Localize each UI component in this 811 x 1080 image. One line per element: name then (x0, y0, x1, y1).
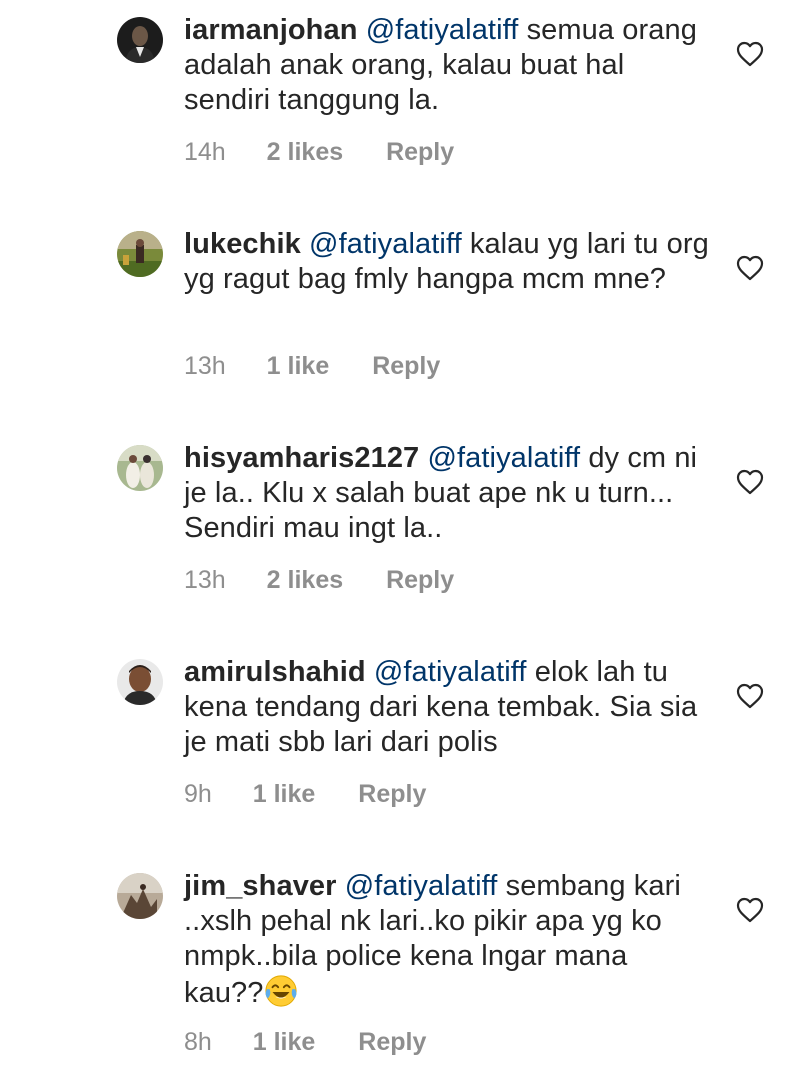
comment-text: hisyamharis2127 @fatiyalatiff dy cm ni j… (184, 441, 714, 546)
comment-time: 13h (184, 352, 226, 380)
comment-item: iarmanjohan @fatiyalatiff semua orang ad… (0, 0, 811, 200)
heart-outline-icon[interactable] (736, 897, 764, 923)
comment-username[interactable]: lukechik (184, 228, 301, 260)
heart-outline-icon[interactable] (736, 683, 764, 709)
comment-likes[interactable]: 1 like (253, 1027, 316, 1057)
comment-item: jim_shaver @fatiyalatiff sembang kari ..… (0, 856, 811, 1080)
heart-outline-icon[interactable] (736, 469, 764, 495)
reply-button[interactable]: Reply (386, 565, 454, 595)
comment-likes[interactable]: 2 likes (267, 137, 343, 167)
comment-time: 13h (184, 566, 226, 594)
comment-likes[interactable]: 1 like (267, 351, 330, 381)
heart-outline-icon[interactable] (736, 41, 764, 67)
comment-text: lukechik @fatiyalatiff kalau yg lari tu … (184, 227, 714, 297)
comment-item: hisyamharis2127 @fatiyalatiff dy cm ni j… (0, 428, 811, 628)
comment-username[interactable]: amirulshahid (184, 656, 366, 688)
avatar[interactable] (117, 873, 163, 919)
comment-meta: 13h 1 like Reply (184, 351, 440, 381)
comment-time: 14h (184, 138, 226, 166)
comment-meta: 8h 1 like Reply (184, 1027, 426, 1057)
comment-mention[interactable]: @fatiyalatiff (366, 14, 519, 46)
comment-likes[interactable]: 2 likes (267, 565, 343, 595)
comment-mention[interactable]: @fatiyalatiff (345, 870, 498, 902)
comment-time: 9h (184, 780, 212, 808)
reply-button[interactable]: Reply (358, 1027, 426, 1057)
comment-mention[interactable]: @fatiyalatiff (374, 656, 527, 688)
face-with-tears-of-joy-emoji (264, 975, 297, 1007)
reply-button[interactable]: Reply (372, 351, 440, 381)
comment-mention[interactable]: @fatiyalatiff (309, 228, 462, 260)
avatar[interactable] (117, 445, 163, 491)
comment-text: jim_shaver @fatiyalatiff sembang kari ..… (184, 869, 714, 1011)
comment-username[interactable]: hisyamharis2127 (184, 442, 419, 474)
avatar[interactable] (117, 17, 163, 63)
comment-meta: 14h 2 likes Reply (184, 137, 454, 167)
comment-mention[interactable]: @fatiyalatiff (427, 442, 580, 474)
comment-likes[interactable]: 1 like (253, 779, 316, 809)
comment-username[interactable]: iarmanjohan (184, 14, 358, 46)
comment-text: amirulshahid @fatiyalatiff elok lah tu k… (184, 655, 714, 760)
avatar[interactable] (117, 231, 163, 277)
comment-item: lukechik @fatiyalatiff kalau yg lari tu … (0, 214, 811, 414)
comment-username[interactable]: jim_shaver (184, 870, 337, 902)
comment-text: iarmanjohan @fatiyalatiff semua orang ad… (184, 13, 714, 118)
comment-meta: 9h 1 like Reply (184, 779, 426, 809)
reply-button[interactable]: Reply (358, 779, 426, 809)
heart-outline-icon[interactable] (736, 255, 764, 281)
comment-meta: 13h 2 likes Reply (184, 565, 454, 595)
avatar[interactable] (117, 659, 163, 705)
reply-button[interactable]: Reply (386, 137, 454, 167)
comment-item: amirulshahid @fatiyalatiff elok lah tu k… (0, 642, 811, 842)
comment-time: 8h (184, 1028, 212, 1056)
